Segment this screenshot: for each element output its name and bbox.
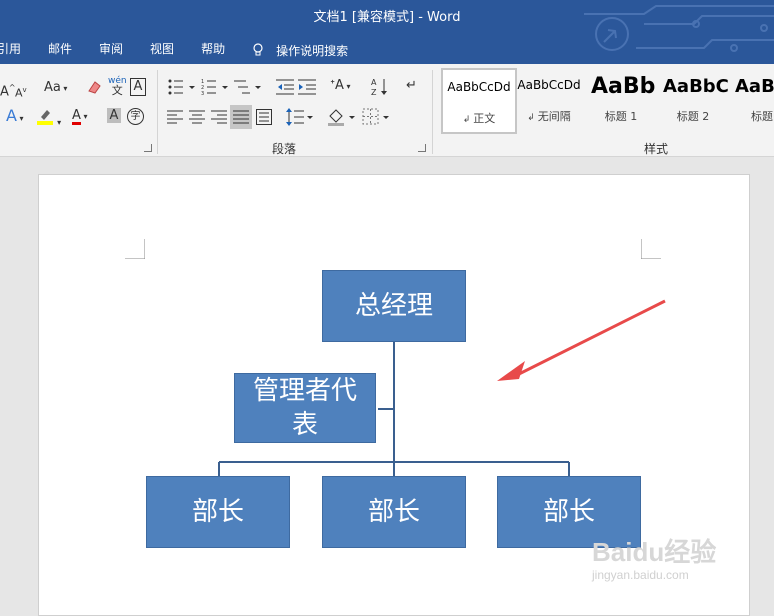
increase-indent-icon[interactable] <box>298 78 316 96</box>
style-name: 标题 2 <box>676 110 710 123</box>
paragraph-dialog-launcher[interactable] <box>418 144 426 152</box>
group-separator <box>157 70 158 154</box>
style-heading-1[interactable]: AaBb 标题 1 <box>585 68 657 130</box>
asian-layout-icon[interactable]: ᐩA ▾ <box>330 78 351 95</box>
svg-text:A: A <box>371 78 377 87</box>
text-effects-icon[interactable]: A ▾ <box>6 108 24 127</box>
style-preview: AaBb <box>591 74 656 99</box>
style-preview: AaBbCcDd <box>447 80 511 94</box>
character-shading-button[interactable]: A <box>107 108 121 123</box>
distributed-icon[interactable] <box>256 109 272 125</box>
font-dialog-launcher[interactable] <box>144 144 152 152</box>
sort-icon[interactable]: AZ <box>371 77 389 97</box>
tab-review[interactable]: 审阅 <box>99 40 123 60</box>
bullets-icon[interactable] <box>168 78 198 96</box>
style-no-spacing[interactable]: AaBbCcDd ↲ 无间隔 <box>513 68 585 130</box>
font-color-button[interactable]: A ▾ <box>72 108 87 125</box>
styles-group-label: 样式 <box>644 142 669 156</box>
tab-references[interactable]: 引用 <box>0 40 21 60</box>
justify-icon <box>233 110 249 124</box>
decrease-indent-icon[interactable] <box>276 78 294 96</box>
style-heading-2[interactable]: AaBbC 标题 2 <box>657 68 729 130</box>
svg-text:3: 3 <box>201 91 204 96</box>
phonetic-guide-bottom: 文 <box>111 84 123 97</box>
org-box-top-manager[interactable]: 总经理 <box>322 270 466 342</box>
red-arrow-annotation <box>497 299 666 381</box>
align-left-icon[interactable] <box>167 110 183 124</box>
change-case-button[interactable]: Aa ▾ <box>44 80 67 97</box>
paragraph-group-label: 段落 <box>272 142 297 156</box>
style-name: ↲ 无间隔 <box>527 110 571 123</box>
character-border-button[interactable]: A <box>130 78 146 96</box>
tab-help[interactable]: 帮助 <box>201 40 225 60</box>
style-preview: AaBbC <box>663 76 729 97</box>
org-box-label: 总经理 <box>354 291 433 321</box>
style-title[interactable]: AaBl 标题 <box>729 68 774 130</box>
show-paragraph-marks-icon[interactable]: ↵ <box>406 78 417 94</box>
lightbulb-icon <box>253 43 263 56</box>
style-preview: AaBbCcDd <box>517 78 581 92</box>
group-separator <box>432 70 433 154</box>
font-color-icon: A <box>72 108 81 125</box>
org-box-label: 部长 <box>542 497 595 527</box>
style-name: 标题 1 <box>604 110 638 123</box>
org-box-label: 管理者代表 <box>252 376 357 440</box>
style-normal[interactable]: AaBbCcDd ↲ 正文 <box>441 68 517 134</box>
multilevel-list-icon[interactable] <box>234 78 264 96</box>
ribbon: A^ Av Aa ▾ wén 文 A A ▾ ▾ A ▾ A 字 123 ᐩA … <box>0 64 774 157</box>
org-box-subordinate[interactable]: 部长 <box>146 476 290 548</box>
baidu-watermark: Baidu经验 jingyan.baidu.com <box>592 528 772 588</box>
shading-icon[interactable] <box>328 108 356 126</box>
numbering-icon[interactable]: 123 <box>201 78 231 96</box>
style-name: ↲ 正文 <box>462 112 496 125</box>
tab-view[interactable]: 视图 <box>150 40 174 60</box>
title-decoration <box>584 5 774 52</box>
svg-text:Z: Z <box>371 88 377 97</box>
clear-formatting-icon[interactable] <box>86 79 102 95</box>
org-box-label: 部长 <box>191 497 244 527</box>
enclose-characters-button[interactable]: 字 <box>127 108 144 125</box>
tell-me-search[interactable]: 操作说明搜索 <box>252 40 348 60</box>
align-center-icon[interactable] <box>189 110 205 124</box>
line-spacing-icon[interactable] <box>286 108 314 126</box>
highlight-color-button[interactable]: ▾ <box>37 107 61 131</box>
phonetic-guide-button[interactable]: wén 文 <box>108 76 127 96</box>
org-box-assistant[interactable]: 管理者代表 <box>234 373 376 443</box>
font-size-up-icon[interactable]: A^ <box>0 80 16 100</box>
title-bar: 文档1 [兼容模式] - Word 引用 邮件 审阅 视图 帮助 操作说明搜索 <box>0 0 774 64</box>
org-box-label: 部长 <box>367 497 420 527</box>
justify-button[interactable] <box>230 105 252 129</box>
ribbon-tabs: 引用 邮件 审阅 视图 帮助 操作说明搜索 <box>0 40 348 60</box>
org-box-subordinate[interactable]: 部长 <box>322 476 466 548</box>
watermark-main: Baidu经验 <box>592 537 717 567</box>
search-label: 操作说明搜索 <box>276 43 349 58</box>
highlighter-icon <box>37 110 53 125</box>
style-preview: AaBl <box>735 76 774 97</box>
align-right-icon[interactable] <box>211 110 227 124</box>
font-size-down-icon[interactable]: Av <box>15 82 27 102</box>
style-name: 标题 <box>751 110 773 123</box>
borders-icon[interactable] <box>362 108 390 126</box>
tab-mailings[interactable]: 邮件 <box>48 40 72 60</box>
watermark-sub: jingyan.baidu.com <box>592 568 689 582</box>
